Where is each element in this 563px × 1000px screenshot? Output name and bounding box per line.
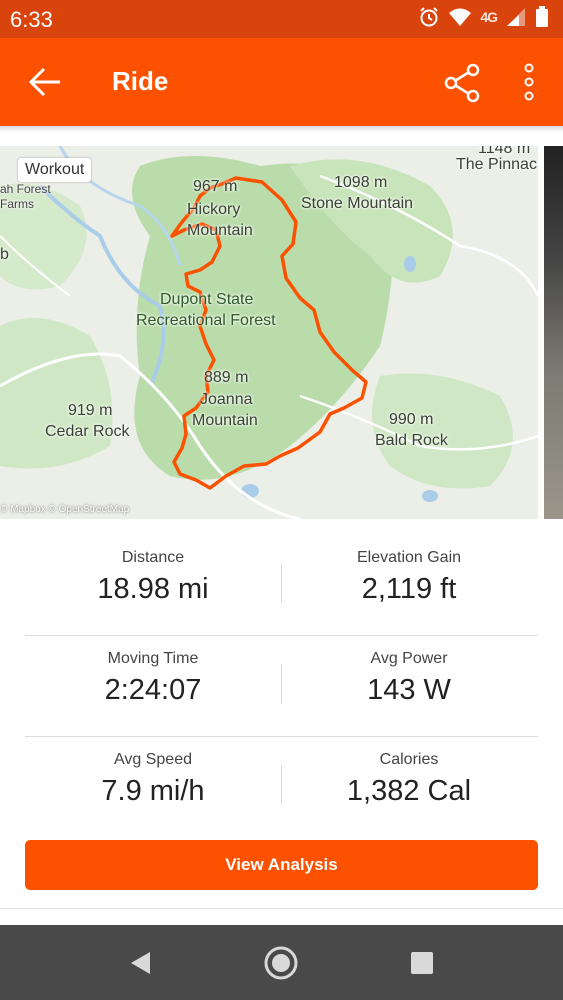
stat-elevation-gain: Elevation Gain 2,119 ft xyxy=(281,535,537,606)
stat-value: 18.98 mi xyxy=(97,573,209,605)
battery-icon xyxy=(536,6,548,27)
stat-label: Avg Power xyxy=(370,650,448,667)
map-label: Stone Mountain xyxy=(301,195,414,212)
stats-row: Avg Speed 7.9 mi/h Calories 1,382 Cal xyxy=(25,737,538,838)
status-bar: 6:33 4G xyxy=(0,0,563,38)
map-label: ah Forest xyxy=(0,182,51,196)
stat-value: 2:24:07 xyxy=(104,674,202,706)
map-label: 990 m xyxy=(389,411,434,428)
map-label: 889 m xyxy=(204,369,249,386)
map-label: Mountain xyxy=(187,222,253,239)
status-time: 6:33 xyxy=(10,7,53,32)
network-type: 4G xyxy=(480,9,498,25)
workout-chip: Workout xyxy=(18,158,92,182)
section-divider xyxy=(0,908,563,909)
nav-back-icon[interactable] xyxy=(120,943,160,983)
photo-thumbnail[interactable] xyxy=(544,146,563,519)
stat-value: 143 W xyxy=(367,674,451,706)
map-label: Cedar Rock xyxy=(45,423,130,440)
app-bar: Ride xyxy=(0,38,563,126)
stats-grid: Distance 18.98 mi Elevation Gain 2,119 f… xyxy=(25,535,538,838)
back-arrow-icon[interactable] xyxy=(26,62,66,102)
status-icons: 4G xyxy=(418,6,549,28)
view-analysis-button[interactable]: View Analysis xyxy=(25,840,538,890)
stat-value: 7.9 mi/h xyxy=(101,775,205,807)
map-label: Joanna xyxy=(200,391,253,408)
more-vert-icon[interactable] xyxy=(516,62,542,104)
map-background xyxy=(0,146,538,519)
app-bar-shadow xyxy=(0,126,563,132)
stat-label: Avg Speed xyxy=(114,751,192,768)
map-label: Bald Rock xyxy=(375,432,448,449)
share-icon[interactable] xyxy=(442,62,484,104)
page-title: Ride xyxy=(112,66,169,96)
stat-label: Moving Time xyxy=(107,650,199,667)
map-attribution: © Mapbox © OpenStreetMap xyxy=(0,504,130,515)
stats-row: Moving Time 2:24:07 Avg Power 143 W xyxy=(25,636,538,737)
nav-recents-icon[interactable] xyxy=(402,943,442,983)
map-label: Farms xyxy=(0,197,34,211)
alarm-icon xyxy=(420,7,439,27)
stat-value: 1,382 Cal xyxy=(346,775,472,807)
route-map[interactable]: Workout 1148 m The Pinnac ah Forest Farm… xyxy=(0,146,538,519)
stat-label: Calories xyxy=(379,751,439,768)
stat-value: 2,119 ft xyxy=(361,573,457,605)
stat-calories: Calories 1,382 Cal xyxy=(281,737,537,808)
stat-moving-time: Moving Time 2:24:07 xyxy=(25,636,281,707)
map-label: 919 m xyxy=(68,402,113,419)
stat-avg-speed: Avg Speed 7.9 mi/h xyxy=(25,737,281,808)
map-label: Hickory xyxy=(187,201,241,218)
system-nav-bar xyxy=(0,925,563,1000)
map-label: 1098 m xyxy=(334,174,388,191)
map-label: b xyxy=(0,246,9,263)
wifi-icon xyxy=(449,8,472,26)
map-label: Dupont State xyxy=(160,291,254,308)
map-label: The Pinnac xyxy=(456,156,537,173)
signal-icon xyxy=(507,8,525,26)
map-label: Recreational Forest xyxy=(136,312,276,329)
stat-distance: Distance 18.98 mi xyxy=(25,535,281,606)
stat-label: Distance xyxy=(121,549,185,566)
nav-home-icon[interactable] xyxy=(261,943,301,983)
map-label: Mountain xyxy=(192,412,258,429)
stats-row: Distance 18.98 mi Elevation Gain 2,119 f… xyxy=(25,535,538,636)
stat-label: Elevation Gain xyxy=(356,549,462,566)
map-label: 967 m xyxy=(193,178,238,195)
stat-avg-power: Avg Power 143 W xyxy=(281,636,537,707)
